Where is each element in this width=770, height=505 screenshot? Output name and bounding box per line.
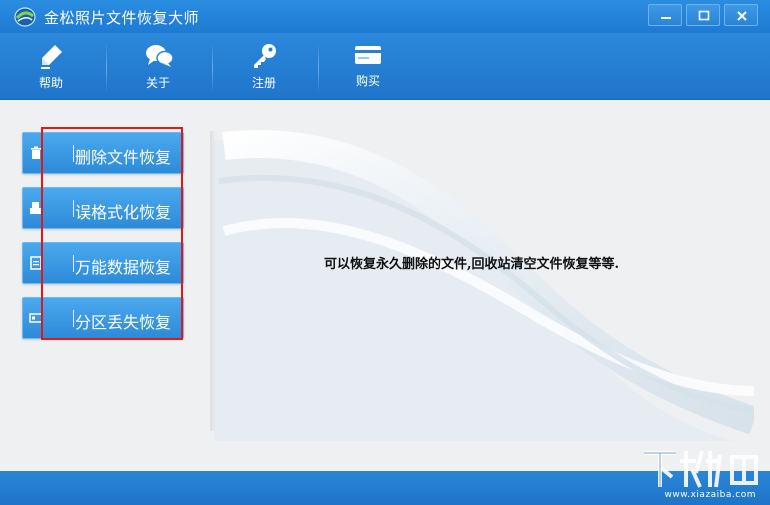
- toolbar-buy-label: 购买: [355, 74, 380, 88]
- toolbar-divider: [318, 42, 319, 94]
- toolbar-help-label: 帮助: [38, 76, 63, 90]
- chat-bubbles-icon: [146, 45, 174, 67]
- app-window: 金松照片文件恢复大师 帮助 关于 注册 购买 删除文件恢复 误格式化恢复 万能数…: [0, 0, 770, 505]
- watermark-url: www.xiazaiba.com: [664, 490, 756, 500]
- toolbar-buy-button[interactable]: 购买: [323, 34, 413, 100]
- toolbar-register-button[interactable]: 注册: [219, 34, 309, 100]
- maximize-icon: [698, 10, 710, 21]
- decorative-wave: [214, 129, 754, 441]
- key-icon: [254, 44, 276, 68]
- toolbar-divider: [212, 42, 213, 94]
- credit-card-icon: [355, 46, 381, 64]
- feature-description: 可以恢复永久删除的文件,回收站清空文件恢复等等.: [324, 257, 620, 272]
- minimize-button[interactable]: [648, 4, 682, 26]
- close-button[interactable]: [724, 4, 758, 26]
- toolbar-register-label: 注册: [251, 76, 276, 90]
- toolbar-about-button[interactable]: 关于: [113, 34, 203, 100]
- toolbar-about-label: 关于: [145, 76, 170, 90]
- panel-divider: [210, 131, 216, 431]
- title-bar[interactable]: 金松照片文件恢复大师: [0, 0, 770, 34]
- main-content: 删除文件恢复 误格式化恢复 万能数据恢复 分区丢失恢复 可以恢复永久删除的文件,…: [0, 101, 770, 471]
- toolbar-divider: [106, 42, 107, 94]
- minimize-icon: [661, 17, 671, 19]
- window-title: 金松照片文件恢复大师: [44, 9, 200, 27]
- maximize-button[interactable]: [686, 4, 720, 26]
- close-icon: [737, 11, 747, 21]
- toolbar: 帮助 关于 注册 购买: [0, 34, 770, 100]
- highlight-annotation-box: [41, 127, 183, 340]
- pen-icon: [41, 45, 62, 69]
- app-logo-icon: [14, 7, 36, 27]
- toolbar-help-button[interactable]: 帮助: [6, 34, 96, 100]
